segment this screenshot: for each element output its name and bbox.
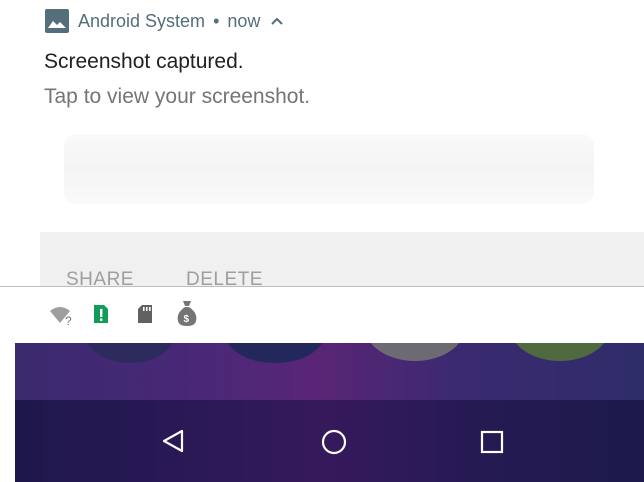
back-icon[interactable] [160, 428, 186, 454]
notification-title: Screenshot captured. [44, 50, 244, 73]
app-icon-shadow [365, 343, 465, 361]
svg-text:$: $ [184, 314, 190, 325]
status-icons-strip: ? $ [0, 287, 644, 343]
image-icon [45, 9, 69, 33]
app-icon-shadow [85, 343, 175, 363]
chevron-up-icon[interactable] [270, 14, 284, 28]
home-icon[interactable] [320, 428, 348, 456]
android-screen: Android System • now Screenshot captured… [0, 0, 644, 482]
sim-alert-icon [94, 305, 108, 323]
svg-text:?: ? [65, 314, 72, 327]
delete-button[interactable]: DELETE [186, 269, 263, 287]
share-button[interactable]: SHARE [66, 269, 134, 287]
app-icon-shadow [225, 343, 325, 363]
navigation-bar [15, 400, 644, 482]
notification-header[interactable]: Android System • now [44, 6, 284, 36]
app-icon-shadow [510, 343, 610, 361]
recents-icon[interactable] [479, 429, 505, 455]
screenshot-preview[interactable] [64, 134, 594, 204]
money-bag-icon: $ [177, 301, 197, 326]
header-separator: • [213, 10, 220, 31]
notification-text[interactable]: Tap to view your screenshot. [44, 85, 310, 109]
notification-time: now [227, 10, 261, 31]
sd-card-icon [138, 305, 152, 323]
wifi-unknown-icon: ? [50, 307, 72, 327]
app-name: Android System [78, 10, 206, 31]
